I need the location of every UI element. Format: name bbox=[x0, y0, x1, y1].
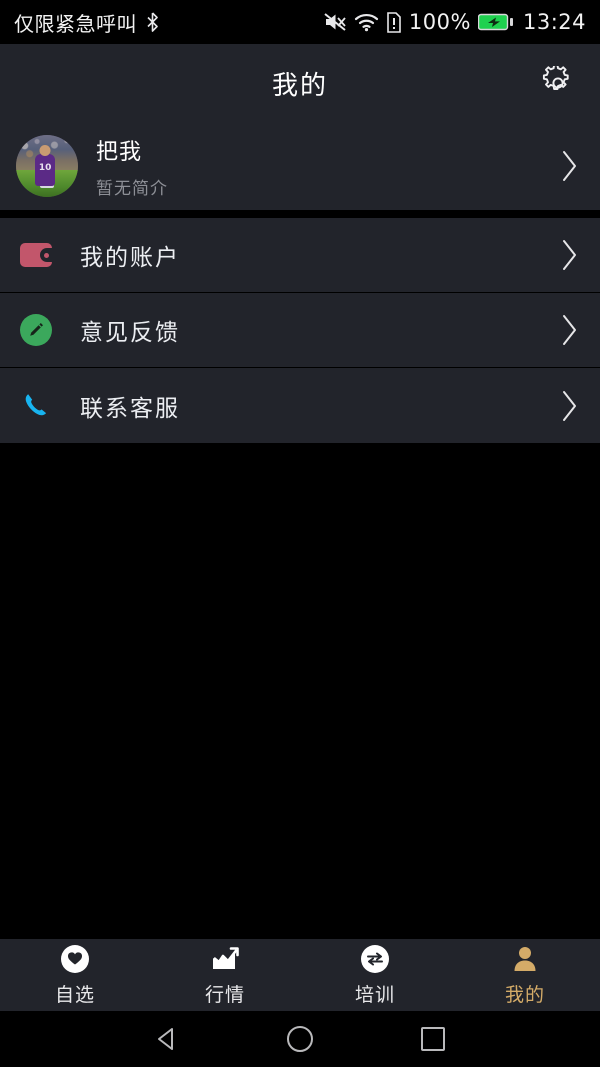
tab-training[interactable]: 培训 bbox=[300, 944, 450, 1007]
chevron-right-icon bbox=[556, 308, 582, 352]
chevron-right-icon bbox=[556, 384, 582, 428]
tab-label: 我的 bbox=[504, 983, 545, 1006]
recents-square-icon[interactable] bbox=[410, 1016, 456, 1062]
android-nav-bar bbox=[0, 1011, 600, 1067]
sim-alert-icon bbox=[386, 11, 402, 33]
status-bar: 仅限紧急呼叫 100% 13:24 bbox=[0, 0, 600, 44]
menu-item-support[interactable]: 联系客服 bbox=[0, 368, 600, 443]
menu-item-label: 联系客服 bbox=[80, 395, 180, 422]
menu-item-account[interactable]: 我的账户 bbox=[0, 218, 600, 293]
wallet-icon bbox=[16, 235, 56, 275]
battery-charging-icon bbox=[477, 12, 514, 32]
person-icon bbox=[511, 944, 539, 974]
menu-list: 我的账户 意见反馈 联系客服 bbox=[0, 218, 600, 443]
carrier-label: 仅限紧急呼叫 bbox=[14, 11, 137, 36]
phone-icon bbox=[16, 386, 56, 426]
profile-row[interactable]: 把我 暂无简介 bbox=[0, 122, 600, 210]
avatar bbox=[16, 135, 78, 197]
heart-circle-icon bbox=[61, 944, 89, 974]
home-circle-icon[interactable] bbox=[277, 1016, 323, 1062]
menu-item-feedback[interactable]: 意见反馈 bbox=[0, 293, 600, 368]
status-bar-left: 仅限紧急呼叫 bbox=[14, 8, 159, 37]
gear-icon bbox=[541, 66, 575, 100]
tab-label: 自选 bbox=[54, 983, 95, 1006]
chevron-right-icon bbox=[556, 233, 582, 277]
tab-watchlist[interactable]: 自选 bbox=[0, 944, 150, 1007]
status-bar-right: 100% 13:24 bbox=[323, 10, 586, 34]
pencil-icon bbox=[16, 310, 56, 350]
tab-market[interactable]: 行情 bbox=[150, 944, 300, 1007]
wifi-icon bbox=[354, 12, 379, 32]
profile-text: 把我 暂无简介 bbox=[96, 134, 556, 199]
section-divider bbox=[0, 210, 600, 218]
profile-subtitle: 暂无简介 bbox=[96, 178, 168, 199]
page-title: 我的 bbox=[271, 70, 328, 101]
tab-label: 行情 bbox=[204, 983, 245, 1006]
trending-chart-icon bbox=[210, 944, 240, 974]
tab-label: 培训 bbox=[354, 983, 395, 1006]
app-header: 我的 bbox=[0, 44, 600, 122]
bluetooth-icon bbox=[146, 12, 159, 32]
battery-percent-label: 100% bbox=[408, 10, 471, 34]
back-triangle-icon[interactable] bbox=[144, 1016, 190, 1062]
chevron-right-icon bbox=[556, 144, 582, 188]
phone-screen: 仅限紧急呼叫 100% 13:24 我的 10 把我 暂无简介 我的账户 意见反… bbox=[0, 0, 600, 1067]
speaker-muted-icon bbox=[323, 11, 347, 33]
menu-item-label: 意见反馈 bbox=[80, 320, 180, 346]
swap-circle-icon bbox=[361, 944, 389, 974]
clock-label: 13:24 bbox=[522, 10, 586, 34]
menu-item-label: 我的账户 bbox=[80, 245, 180, 271]
tab-mine[interactable]: 我的 bbox=[450, 944, 600, 1007]
profile-name: 把我 bbox=[96, 139, 143, 165]
bottom-tab-bar: 自选 行情 培训 我的 bbox=[0, 939, 600, 1011]
settings-button[interactable] bbox=[538, 63, 578, 103]
